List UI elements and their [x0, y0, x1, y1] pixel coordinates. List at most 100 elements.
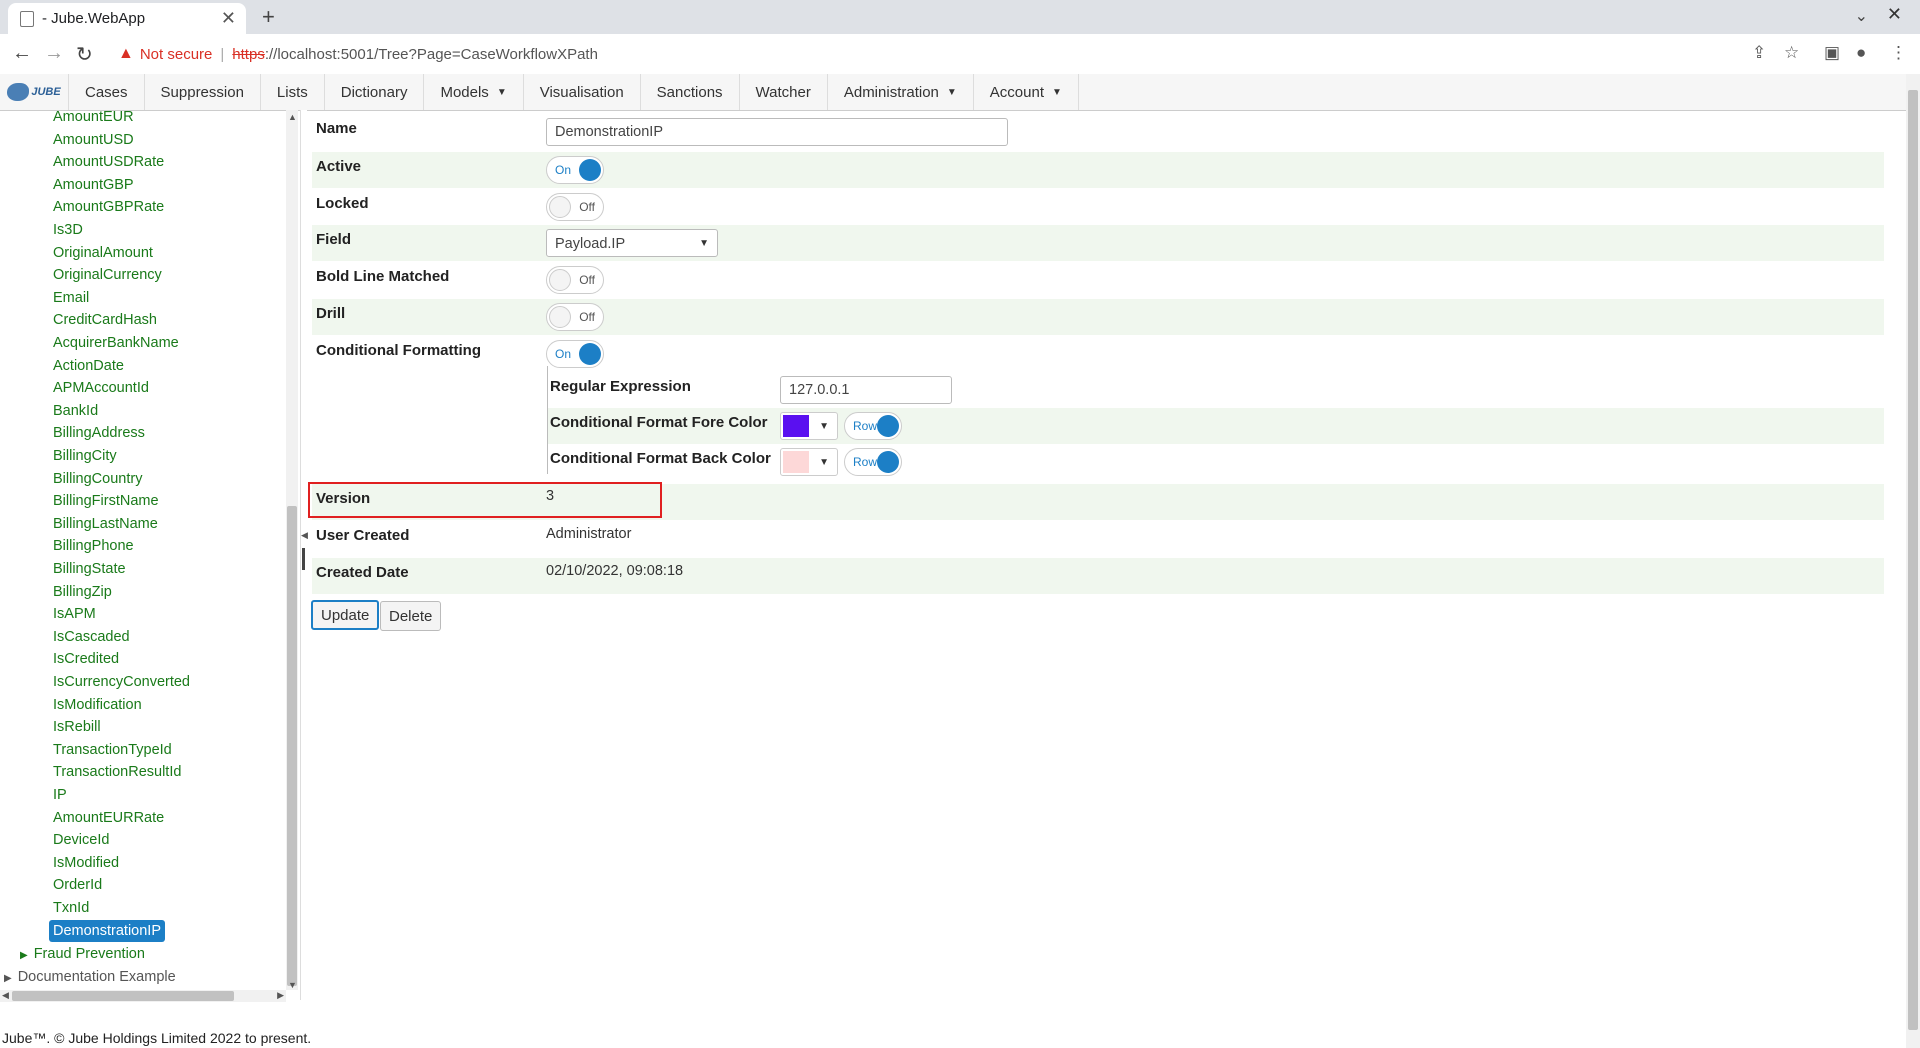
- tree-node-documentation-example[interactable]: ▶ Documentation Example: [4, 966, 176, 988]
- nav-dictionary[interactable]: Dictionary: [325, 74, 425, 110]
- scroll-thumb[interactable]: [12, 991, 234, 1001]
- window-close-icon[interactable]: ✕: [1887, 4, 1902, 25]
- tree-item[interactable]: AmountUSD: [53, 129, 134, 151]
- regex-input[interactable]: [780, 376, 952, 404]
- new-tab-icon[interactable]: +: [262, 4, 275, 30]
- tree-node-fraud-prevention[interactable]: ▶ Fraud Prevention: [20, 943, 145, 965]
- field-select[interactable]: Payload.IP ▼: [546, 229, 718, 257]
- delete-button[interactable]: Delete: [380, 601, 442, 631]
- jube-logo[interactable]: JUBE: [0, 74, 69, 110]
- chevron-down-icon[interactable]: ⌄: [1855, 6, 1868, 26]
- tree-item[interactable]: AmountEURRate: [53, 807, 164, 829]
- toggle-off-label: Off: [579, 310, 595, 324]
- tree-item[interactable]: OrderId: [53, 874, 102, 896]
- tree-item[interactable]: IsCascaded: [53, 626, 130, 648]
- expand-arrow-icon[interactable]: ▶: [20, 950, 28, 961]
- tree-item[interactable]: TransactionResultId: [53, 761, 181, 783]
- nav-sanctions[interactable]: Sanctions: [641, 74, 740, 110]
- toggle-knob: [549, 196, 571, 218]
- tree-item[interactable]: IsRebill: [53, 716, 101, 738]
- tree-item[interactable]: ActionDate: [53, 355, 124, 377]
- scroll-thumb[interactable]: [287, 506, 297, 986]
- nav-administration[interactable]: Administration ▼: [828, 74, 974, 110]
- tree-item[interactable]: TransactionTypeId: [53, 739, 172, 761]
- share-icon[interactable]: ⇪: [1752, 43, 1766, 63]
- name-input[interactable]: [546, 118, 1008, 146]
- star-icon[interactable]: ☆: [1784, 43, 1799, 63]
- forward-arrow-icon[interactable]: →: [44, 42, 64, 65]
- tree-item[interactable]: BillingAddress: [53, 422, 145, 444]
- back-color-picker[interactable]: ▼: [780, 448, 838, 476]
- tree-item[interactable]: IsModification: [53, 694, 142, 716]
- tree-item[interactable]: IsCurrencyConverted: [53, 671, 190, 693]
- tree-item[interactable]: BillingFirstName: [53, 490, 159, 512]
- nav-account[interactable]: Account ▼: [974, 74, 1079, 110]
- active-toggle[interactable]: On: [546, 156, 604, 184]
- tree-item[interactable]: OriginalAmount: [53, 242, 153, 264]
- tree-item[interactable]: AmountGBPRate: [53, 196, 164, 218]
- tree-item[interactable]: DeviceId: [53, 829, 109, 851]
- tree-horizontal-scrollbar[interactable]: ◀ ▶: [0, 990, 286, 1002]
- collapse-arrow-icon[interactable]: ◀: [301, 530, 308, 541]
- close-icon[interactable]: ✕: [221, 8, 236, 29]
- tree-item[interactable]: IP: [53, 784, 67, 806]
- scroll-up-icon[interactable]: ▲: [288, 112, 297, 122]
- tree-item[interactable]: IsCredited: [53, 648, 119, 670]
- tree-item[interactable]: AmountGBP: [53, 174, 134, 196]
- tree-item[interactable]: BankId: [53, 400, 98, 422]
- tree-item[interactable]: TxnId: [53, 897, 89, 919]
- bold-line-toggle[interactable]: Off: [546, 266, 604, 294]
- drill-toggle[interactable]: Off: [546, 303, 604, 331]
- tree-item[interactable]: CreditCardHash: [53, 309, 157, 331]
- tree-item[interactable]: BillingCity: [53, 445, 117, 467]
- tree-item[interactable]: APMAccountId: [53, 377, 149, 399]
- tree-item[interactable]: AmountUSDRate: [53, 151, 164, 173]
- toggle-on-label: On: [555, 347, 572, 361]
- tree-item[interactable]: BillingCountry: [53, 468, 142, 490]
- nav-models[interactable]: Models ▼: [424, 74, 524, 110]
- scroll-left-icon[interactable]: ◀: [2, 990, 9, 1001]
- tree-item[interactable]: AcquirerBankName: [53, 332, 179, 354]
- tree-item[interactable]: BillingPhone: [53, 535, 134, 557]
- scroll-thumb[interactable]: [1908, 90, 1918, 1030]
- scroll-right-icon[interactable]: ▶: [277, 990, 284, 1001]
- tree-item[interactable]: IsModified: [53, 852, 119, 874]
- fore-color-picker[interactable]: ▼: [780, 412, 838, 440]
- tree-item[interactable]: IsAPM: [53, 603, 96, 625]
- scroll-down-icon[interactable]: ▼: [288, 980, 297, 990]
- tree-item-selected[interactable]: DemonstrationIP: [49, 920, 165, 942]
- conditional-formatting-toggle[interactable]: On: [546, 340, 604, 368]
- update-button[interactable]: Update: [311, 600, 380, 630]
- tree-vertical-scrollbar[interactable]: ▲ ▼: [286, 110, 298, 990]
- url-field[interactable]: ▲ Not secure | https ://localhost:5001/T…: [108, 37, 1748, 71]
- nav-suppression[interactable]: Suppression: [145, 74, 261, 110]
- page-vertical-scrollbar[interactable]: [1906, 74, 1920, 1048]
- splitter-handle[interactable]: [302, 548, 305, 570]
- profile-icon[interactable]: ●: [1856, 43, 1866, 63]
- browser-tab[interactable]: - Jube.WebApp ✕: [8, 3, 246, 34]
- nav-lists[interactable]: Lists: [261, 74, 325, 110]
- tree-item[interactable]: BillingState: [53, 558, 126, 580]
- tree-item[interactable]: OriginalCurrency: [53, 264, 162, 286]
- expand-arrow-icon[interactable]: ▶: [4, 973, 12, 984]
- tree-item[interactable]: Is3D: [53, 219, 83, 241]
- back-arrow-icon[interactable]: ←: [12, 42, 32, 65]
- nav-watcher[interactable]: Watcher: [740, 74, 828, 110]
- back-color-row-toggle[interactable]: Row: [844, 448, 902, 476]
- tree-item[interactable]: Email: [53, 287, 89, 309]
- toggle-on-label: On: [555, 163, 572, 177]
- nav-visualisation[interactable]: Visualisation: [524, 74, 641, 110]
- panel-splitter[interactable]: ◀: [300, 110, 308, 1000]
- locked-toggle[interactable]: Off: [546, 193, 604, 221]
- regex-label: Regular Expression: [550, 378, 691, 395]
- tree-item[interactable]: AmountEUR: [53, 110, 134, 128]
- tree-item[interactable]: BillingZip: [53, 581, 112, 603]
- menu-kebab-icon[interactable]: ⋮: [1890, 43, 1907, 63]
- fore-color-row-toggle[interactable]: Row: [844, 412, 902, 440]
- reload-icon[interactable]: ↻: [76, 42, 93, 67]
- tree-node-label: Documentation Example: [17, 969, 176, 985]
- tree-node-label: Fraud Prevention: [33, 946, 145, 962]
- nav-cases[interactable]: Cases: [69, 74, 145, 110]
- tree-item[interactable]: BillingLastName: [53, 513, 158, 535]
- side-panel-icon[interactable]: ▣: [1824, 43, 1840, 63]
